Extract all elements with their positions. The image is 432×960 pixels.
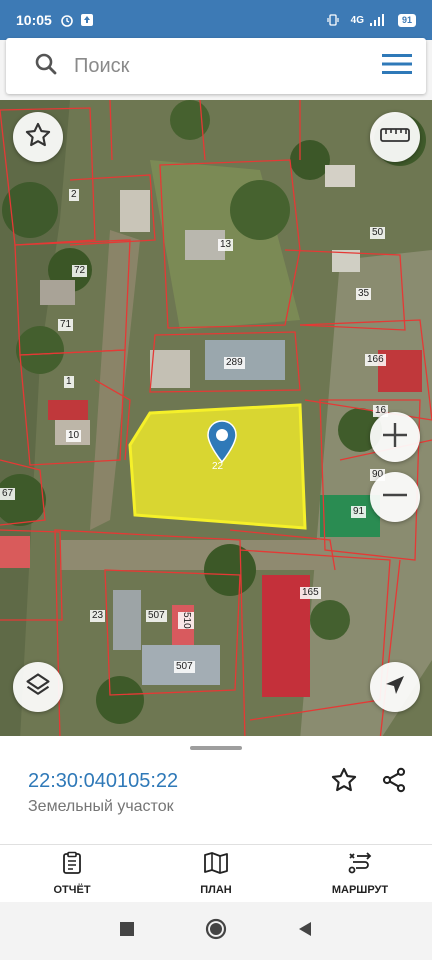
parcel-label: 507 [146, 610, 167, 622]
nav-route[interactable]: МАРШРУТ [288, 845, 432, 902]
share-button[interactable] [378, 766, 410, 798]
menu-icon[interactable] [382, 53, 412, 80]
nav-route-label: МАРШРУТ [331, 884, 389, 896]
map-view[interactable]: 2 13 50 72 35 71 289 166 1 10 16 22 90 6… [0, 100, 432, 740]
bottom-navigation: ОТЧЁТ ПЛАН МАРШРУТ [0, 844, 432, 902]
layers-button[interactable] [13, 662, 63, 712]
location-pin-icon[interactable] [206, 420, 238, 469]
favorites-button[interactable] [13, 112, 63, 162]
minus-icon [380, 480, 410, 515]
star-icon [24, 121, 52, 154]
zoom-in-button[interactable] [370, 412, 420, 462]
ruler-button[interactable] [370, 112, 420, 162]
parcel-label: 2 [69, 189, 79, 201]
status-time: 10:05 [16, 12, 52, 28]
nav-plan-label: ПЛАН [200, 884, 232, 896]
recents-button[interactable] [119, 921, 135, 942]
plus-icon [380, 420, 410, 455]
parcel-label: 13 [218, 239, 234, 251]
parcel-label: 165 [300, 587, 321, 599]
navigation-arrow-icon [383, 673, 407, 702]
parcel-type: Земельный участок [28, 798, 174, 815]
parcel-label: 289 [224, 357, 245, 369]
map-icon [203, 851, 229, 880]
parcel-label: 72 [72, 265, 88, 277]
search-bar[interactable] [6, 38, 426, 94]
parcel-label: 35 [356, 288, 372, 300]
parcel-label: 71 [58, 319, 74, 331]
status-right: 4G 91 [327, 13, 416, 27]
parcel-label: 10 [66, 430, 82, 442]
nav-report[interactable]: ОТЧЁТ [0, 845, 144, 902]
favorite-button[interactable] [328, 766, 360, 798]
parcel-label: 23 [90, 610, 106, 622]
parcel-label: 1 [64, 376, 74, 388]
sheet-drag-handle[interactable] [190, 746, 242, 750]
parcel-label: 507 [174, 661, 195, 673]
my-location-button[interactable] [370, 662, 420, 712]
ruler-icon [380, 127, 410, 148]
parcel-label: 50 [370, 227, 386, 239]
cadastral-number: 22:30:040105:22 [28, 770, 179, 792]
parcel-label: 510 [178, 612, 194, 629]
vibrate-icon [327, 14, 339, 26]
signal-icon [369, 14, 386, 26]
parcel-label: 166 [365, 354, 386, 366]
nav-report-label: ОТЧЁТ [53, 884, 91, 896]
nav-plan[interactable]: ПЛАН [144, 845, 288, 902]
network-type: 4G [350, 14, 364, 26]
search-input[interactable] [74, 54, 382, 78]
star-icon [330, 766, 358, 799]
search-icon[interactable] [34, 52, 58, 81]
layers-icon [24, 671, 52, 704]
zoom-out-button[interactable] [370, 472, 420, 522]
system-navigation-bar [0, 902, 432, 960]
report-icon [60, 851, 84, 880]
upload-icon [80, 13, 94, 27]
battery-indicator: 91 [397, 13, 416, 27]
home-button[interactable] [205, 918, 227, 945]
parcel-label: 91 [351, 506, 367, 518]
route-icon [347, 851, 373, 880]
parcel-label: 67 [0, 488, 16, 500]
back-button[interactable] [297, 921, 313, 942]
share-icon [380, 766, 408, 799]
status-bar: 10:05 4G 91 [0, 0, 432, 40]
parcel-info-sheet[interactable]: 22:30:040105:22 Земельный участок [0, 736, 432, 844]
alarm-icon [60, 13, 74, 27]
